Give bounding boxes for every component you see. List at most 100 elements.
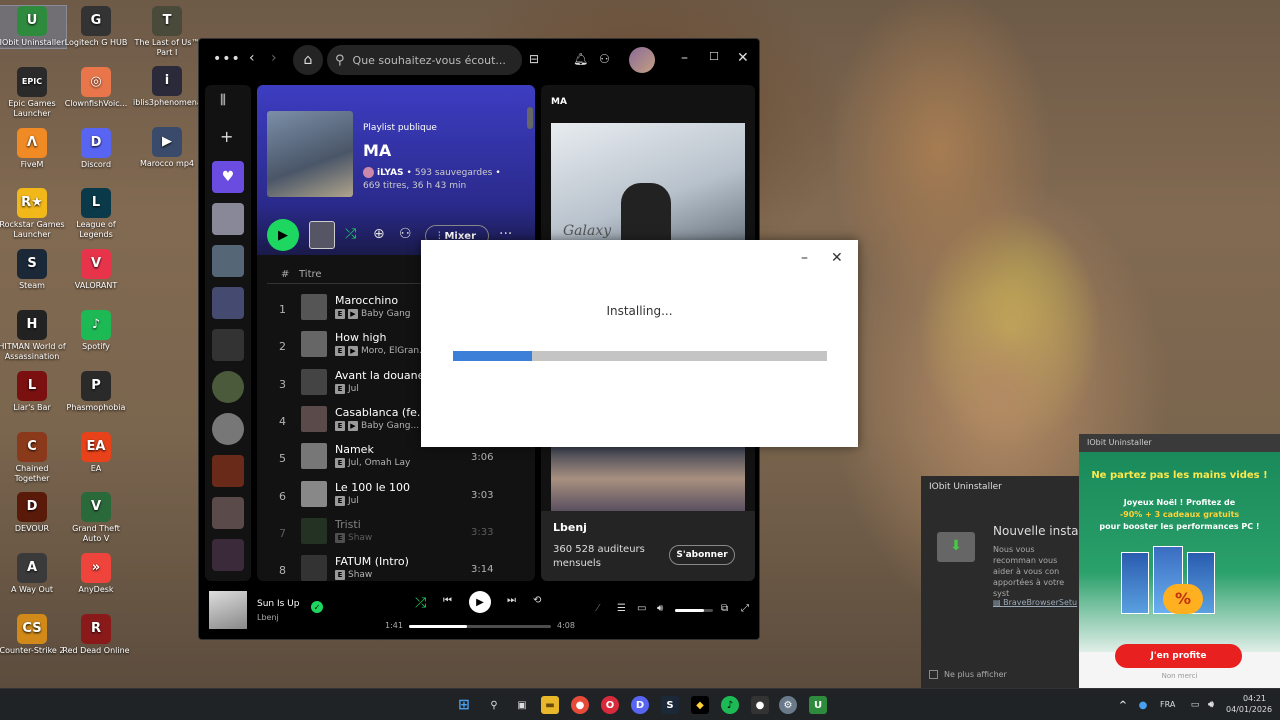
library-item[interactable] (212, 497, 244, 529)
desktop-icon[interactable]: AA Way Out (0, 553, 66, 595)
avatar[interactable] (629, 47, 655, 73)
library-item[interactable] (212, 371, 244, 403)
track-artist[interactable]: Shaw (348, 533, 372, 543)
steam-icon[interactable]: S (661, 696, 679, 714)
desktop-icon[interactable]: L Liar's Bar (0, 370, 66, 413)
play-pause-button[interactable]: ▶ (469, 591, 491, 613)
dont-show-checkbox[interactable]: Ne plus afficher (929, 670, 1007, 679)
iobit-icon[interactable]: U (809, 696, 827, 714)
shuffle-icon[interactable]: ⤮ (345, 226, 356, 242)
search-icon[interactable]: ⚲ (485, 696, 503, 714)
desktop-icon[interactable]: R★ Rockstar Games Launcher (0, 188, 66, 240)
volume-icon[interactable]: 🔊︎ (1202, 696, 1220, 714)
desktop-icon[interactable]: i iblis3phenomena (133, 66, 202, 108)
desktop-icon[interactable]: ▶ Marocco mp4 (133, 127, 201, 169)
track-title[interactable]: FATUM (Intro) (335, 555, 409, 568)
progress-bar[interactable] (409, 625, 551, 628)
desktop-icon[interactable]: D Discord (62, 127, 130, 170)
track-title[interactable]: Marocchino (335, 294, 398, 307)
add-icon[interactable]: + (220, 127, 233, 146)
now-playing-view-icon[interactable]: ⁄ (597, 603, 599, 614)
track-title[interactable]: Namek (335, 443, 374, 456)
follow-button[interactable]: S'abonner (669, 545, 735, 565)
track-row[interactable]: 8 FATUM (Intro) E Shaw 3:14 (257, 550, 535, 581)
queue-icon[interactable]: ☰ (617, 603, 626, 614)
forward-icon[interactable]: › (271, 50, 277, 66)
settings-icon[interactable]: ⚙ (779, 696, 797, 714)
desktop-icon[interactable]: T The Last of Us™ Part I (133, 6, 201, 58)
library-item[interactable] (212, 329, 244, 361)
microphone-icon[interactable]: ● (1134, 696, 1152, 714)
desktop-icon[interactable]: Λ FiveM (0, 127, 66, 170)
next-icon[interactable]: ⏭ (507, 595, 516, 606)
notif-file-link[interactable]: ▤ BraveBrowserSetu (993, 598, 1077, 607)
volume-slider[interactable] (675, 609, 713, 612)
desktop-icon[interactable]: D DEVOUR (0, 492, 66, 534)
task-view-icon[interactable]: ▣ (513, 696, 531, 714)
home-icon[interactable]: ⌂ (293, 45, 323, 75)
owner-name[interactable]: iLYAS (377, 168, 404, 178)
desktop-icon[interactable]: H HITMAN World of Assassination (0, 310, 66, 362)
back-icon[interactable]: ‹ (249, 50, 255, 66)
scrollbar[interactable] (527, 107, 533, 129)
download-icon[interactable]: ⊕ (373, 226, 385, 242)
spotify-icon[interactable]: ♪ (721, 696, 739, 714)
desktop-icon[interactable]: U IObit Uninstaller (0, 5, 67, 49)
more-menu-icon[interactable]: ••• (213, 51, 241, 67)
desktop-icon[interactable]: ♪ Spotify (62, 310, 130, 352)
library-icon[interactable]: ⫼ (220, 93, 226, 108)
track-artist[interactable]: Baby Gang (361, 309, 411, 319)
library-item[interactable] (212, 203, 244, 235)
friends-icon[interactable]: ⚇ (599, 52, 610, 66)
track-title[interactable]: Casablanca (fe... (335, 406, 427, 419)
shuffle-icon[interactable]: ⤮ (415, 595, 426, 611)
browse-icon[interactable]: ⊟ (529, 52, 539, 66)
track-artist[interactable]: Moro, ElGran... (361, 346, 428, 356)
minimize-icon[interactable]: – (801, 250, 808, 266)
track-title[interactable]: Avant la douane (335, 369, 424, 382)
track-title[interactable]: How high (335, 331, 386, 344)
saved-check-icon[interactable]: ✓ (311, 601, 323, 613)
library-item[interactable] (212, 287, 244, 319)
desktop-icon[interactable]: » AnyDesk (62, 553, 130, 595)
track-artist[interactable]: Jul, Omah Lay (348, 458, 410, 468)
now-playing-title[interactable]: Sun Is Up (257, 599, 300, 609)
desktop-icon[interactable]: CS Counter-Strike 2 (0, 614, 66, 656)
desktop-icon[interactable]: C Chained Together (0, 431, 66, 484)
discord-icon[interactable]: D (631, 696, 649, 714)
desktop-icon[interactable]: P Phasmophobia (62, 370, 130, 413)
close-icon[interactable]: ✕ (831, 250, 843, 266)
start-icon[interactable]: ⊞ (455, 696, 473, 714)
minimize-icon[interactable]: – (681, 50, 688, 66)
library-item[interactable] (212, 413, 244, 445)
desktop-icon[interactable]: R Red Dead Online (62, 614, 130, 656)
playlist-thumb[interactable] (309, 221, 335, 249)
chrome-icon[interactable]: ● (571, 696, 589, 714)
track-artist[interactable]: Shaw (348, 570, 372, 580)
library-item[interactable] (212, 539, 244, 571)
device-icon[interactable]: ▭ (637, 603, 646, 614)
opera-icon[interactable]: O (601, 696, 619, 714)
repeat-icon[interactable]: ⟲ (533, 595, 541, 606)
track-artist[interactable]: Jul (348, 384, 359, 394)
now-playing-artist[interactable]: Lbenj (257, 613, 279, 622)
library-item[interactable] (212, 245, 244, 277)
desktop-icon[interactable]: V Grand Theft Auto V (62, 492, 130, 544)
library-item[interactable] (212, 455, 244, 487)
mini-player-icon[interactable]: ⧉ (721, 603, 728, 614)
previous-icon[interactable]: ⏮ (443, 595, 452, 606)
track-artist[interactable]: Baby Gang... (361, 421, 419, 431)
desktop-icon[interactable]: EA EA (62, 431, 130, 474)
close-icon[interactable]: ✕ (737, 50, 749, 66)
file-explorer-icon[interactable]: ▬ (541, 696, 559, 714)
clock[interactable]: 04:21 04/01/2026 (1226, 693, 1272, 715)
language-indicator[interactable]: FRA (1160, 700, 1175, 709)
track-title[interactable]: Tristi (335, 518, 361, 531)
liked-songs-icon[interactable]: ♥ (212, 161, 244, 193)
play-button[interactable]: ▶ (267, 219, 299, 251)
search-bar[interactable]: ⚲ Que souhaitez-vous écout... (327, 45, 522, 75)
desktop-icon[interactable]: ◎ ClownfishVoic... (62, 66, 130, 109)
search-input[interactable]: Que souhaitez-vous écout... (353, 54, 506, 67)
tray-chevron-icon[interactable]: ^ (1114, 696, 1132, 714)
track-artist[interactable]: Jul (348, 496, 359, 506)
